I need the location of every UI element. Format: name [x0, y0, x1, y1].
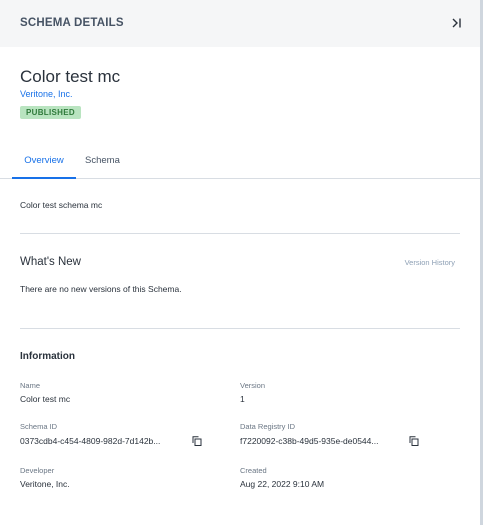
- version-value: 1: [240, 394, 245, 404]
- name-label: Name: [20, 381, 41, 390]
- information-heading: Information: [20, 351, 75, 362]
- tab-schema[interactable]: Schema: [85, 143, 120, 178]
- schema-id-label: Schema ID: [20, 422, 58, 431]
- whats-new-heading: What's New: [20, 256, 81, 268]
- organization-link[interactable]: Veritone, Inc.: [20, 89, 73, 99]
- developer-label: Developer: [20, 466, 55, 475]
- tab-overview[interactable]: Overview: [12, 143, 76, 179]
- version-history-link[interactable]: Version History: [405, 258, 455, 267]
- panel-title: SCHEMA DETAILS: [20, 17, 124, 29]
- name-value: Color test mc: [20, 394, 71, 404]
- copy-icon: [192, 436, 202, 446]
- schema-title: Color test mc: [20, 67, 121, 86]
- developer-value: Veritone, Inc.: [20, 479, 70, 489]
- schema-details-panel: SCHEMA DETAILS Color test mc Veritone, I…: [0, 0, 480, 525]
- divider: [20, 233, 460, 234]
- divider: [20, 328, 460, 329]
- created-value: Aug 22, 2022 9:10 AM: [240, 479, 325, 489]
- status-badge: PUBLISHED: [20, 106, 81, 119]
- version-label: Version: [240, 381, 266, 390]
- no-new-versions-message: There are no new versions of this Schema…: [20, 284, 182, 294]
- schema-description: Color test schema mc: [20, 200, 103, 210]
- tab-bar: Overview Schema: [0, 143, 480, 179]
- schema-id-value: 0373cdb4-c454-4809-982d-7d142b...: [20, 436, 161, 446]
- data-registry-id-value: f7220092-c38b-49d5-935e-de0544...: [240, 436, 379, 446]
- collapse-right-icon: [452, 18, 461, 28]
- copy-icon: [409, 436, 419, 446]
- copy-data-registry-id-button[interactable]: [409, 436, 419, 446]
- created-label: Created: [240, 466, 267, 475]
- data-registry-id-label: Data Registry ID: [240, 422, 296, 431]
- copy-schema-id-button[interactable]: [192, 436, 202, 446]
- panel-header: SCHEMA DETAILS: [0, 0, 480, 47]
- collapse-panel-button[interactable]: [448, 14, 466, 32]
